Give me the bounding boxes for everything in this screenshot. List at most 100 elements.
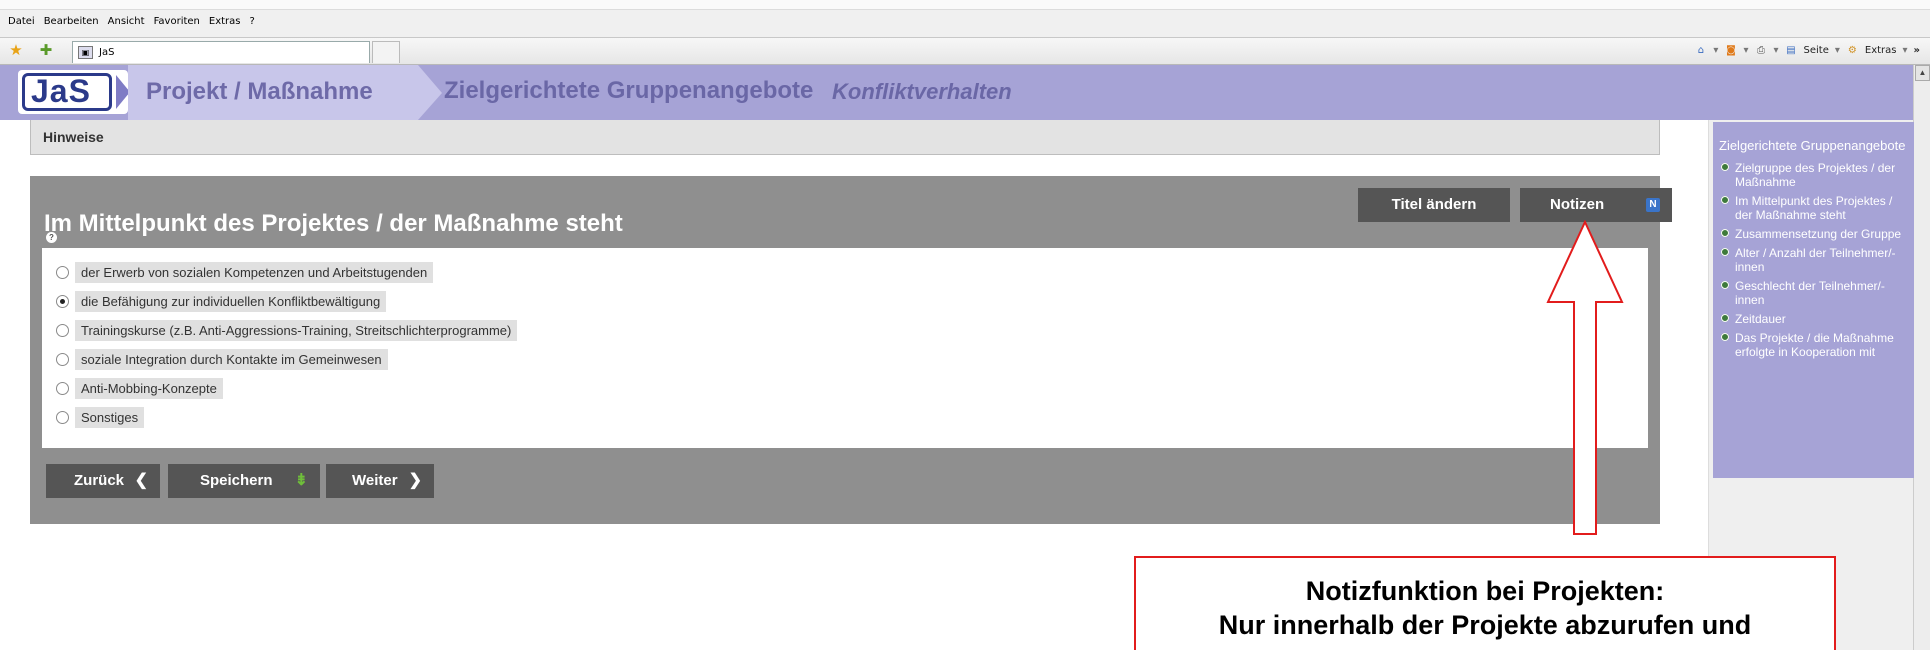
save-button[interactable]: Speichern ⇟ <box>168 464 320 498</box>
app-header: JaS Projekt / Maßnahme Zielgerichtete Gr… <box>0 65 1930 120</box>
print-icon[interactable]: ⎙ <box>1754 44 1767 57</box>
titel-aendern-button[interactable]: Titel ändern <box>1358 188 1510 222</box>
dropdown-arrow-icon[interactable]: ▾ <box>1743 45 1748 56</box>
extras-menu[interactable]: Extras <box>1865 45 1897 56</box>
sidebar-title: Zielgerichtete Gruppenangebote <box>1719 138 1906 153</box>
chevron-left-icon: ❮ <box>134 472 148 489</box>
annotation-callout: Notizfunktion bei Projekten: Nur innerha… <box>1134 556 1836 650</box>
sidebar-item-label: Zeitdauer <box>1735 312 1786 326</box>
option-row[interactable]: soziale Integration durch Kontakte im Ge… <box>56 348 388 370</box>
bullet-icon <box>1721 281 1729 289</box>
radio-button-selected[interactable] <box>56 294 69 308</box>
menu-bearbeiten[interactable]: Bearbeiten <box>44 16 99 27</box>
bullet-icon <box>1721 248 1729 256</box>
save-tree-icon: ⇟ <box>294 472 308 489</box>
option-label[interactable]: der Erwerb von sozialen Kompetenzen und … <box>75 261 434 283</box>
option-label[interactable]: soziale Integration durch Kontakte im Ge… <box>75 348 388 370</box>
option-label[interactable]: die Befähigung zur individuellen Konflik… <box>75 290 387 312</box>
sidebar-item-label: Geschlecht der Teilnehmer/-innen <box>1735 279 1885 307</box>
bullet-icon <box>1721 314 1729 322</box>
help-icon[interactable]: ? <box>46 232 57 243</box>
radio-button[interactable] <box>56 265 69 279</box>
option-label[interactable]: Sonstiges <box>75 406 145 428</box>
gear-icon: ⚙ <box>1847 45 1857 56</box>
notes-icon: N <box>1646 198 1660 212</box>
save-label: Speichern <box>200 472 273 489</box>
page-title: Zielgerichtete Gruppenangebote <box>444 77 814 104</box>
sidebar-item-label: Alter / Anzahl der Teilnehmer/-innen <box>1735 246 1896 274</box>
radio-button[interactable] <box>56 381 69 395</box>
option-label[interactable]: Trainingskurse (z.B. Anti-Aggressions-Tr… <box>75 319 518 341</box>
menu-favoriten[interactable]: Favoriten <box>154 16 200 27</box>
home-icon[interactable]: ⌂ <box>1694 44 1707 57</box>
next-label: Weiter <box>352 472 398 489</box>
sidebar-item-label: Zusammensetzung der Gruppe <box>1735 227 1902 241</box>
feeds-icon[interactable]: ◙ <box>1724 44 1737 57</box>
page-icon: ▤ <box>1786 45 1796 56</box>
browser-tab[interactable]: ▣ JaS <box>72 41 370 63</box>
back-button[interactable]: Zurück ❮ <box>46 464 160 498</box>
bullet-icon <box>1721 163 1729 171</box>
breadcrumb-projekt-label: Projekt / Maßnahme <box>146 78 373 105</box>
vertical-scrollbar[interactable]: ▲ <box>1913 65 1930 650</box>
dropdown-arrow-icon[interactable]: ▾ <box>1773 45 1778 56</box>
hinweise-label: Hinweise <box>43 129 104 145</box>
browser-menu-bar: Datei Bearbeiten Ansicht Favoriten Extra… <box>0 0 1930 38</box>
sidebar-item-zusammensetzung[interactable]: Zusammensetzung der Gruppe <box>1719 227 1908 241</box>
sidebar-list: Zielgruppe des Projektes / der Maßnahme … <box>1719 161 1908 359</box>
options-box: der Erwerb von sozialen Kompetenzen und … <box>42 248 1648 448</box>
menu-datei[interactable]: Datei <box>8 16 35 27</box>
hinweise-bar[interactable]: Hinweise <box>30 120 1660 155</box>
command-tools: ⌂ ▾ ◙ ▾ ⎙ ▾ ▤ Seite ▾ ⚙ Extras ▾ » <box>1694 44 1920 57</box>
bullet-icon <box>1721 333 1729 341</box>
option-row[interactable]: der Erwerb von sozialen Kompetenzen und … <box>56 261 434 283</box>
dropdown-arrow-icon[interactable]: ▾ <box>1903 45 1908 56</box>
browser-tab-title: JaS <box>99 47 115 58</box>
scroll-up-icon[interactable]: ▲ <box>1915 65 1930 81</box>
sidebar-item-kooperation[interactable]: Das Projekte / die Maßnahme erfolgte in … <box>1719 331 1908 359</box>
browser-command-bar: ★ ✚ ▣ JaS ⌂ ▾ ◙ ▾ ⎙ ▾ ▤ Seite ▾ ⚙ Extras… <box>0 38 1930 65</box>
option-row[interactable]: die Befähigung zur individuellen Konflik… <box>56 290 387 312</box>
page-menu[interactable]: Seite <box>1804 45 1829 56</box>
sidebar-item-label: Im Mittelpunkt des Projektes / der Maßna… <box>1735 194 1893 222</box>
radio-button[interactable] <box>56 410 69 424</box>
menu-list: Datei Bearbeiten Ansicht Favoriten Extra… <box>8 16 255 27</box>
chevron-right-icon: ❯ <box>408 472 422 489</box>
new-tab-button[interactable] <box>372 41 400 63</box>
question-title: Im Mittelpunkt des Projektes / der Maßna… <box>44 210 623 237</box>
option-row[interactable]: Trainingskurse (z.B. Anti-Aggressions-Tr… <box>56 319 518 341</box>
page-subtitle: Konfliktverhalten <box>832 79 1012 104</box>
favorites-star-icon[interactable]: ★ <box>8 43 24 59</box>
callout-line-1: Notizfunktion bei Projekten: <box>1305 576 1665 606</box>
sidebar-nav-panel: Zielgerichtete Gruppenangebote Zielgrupp… <box>1713 122 1914 478</box>
menu-help[interactable]: ? <box>250 16 255 27</box>
menu-extras[interactable]: Extras <box>209 16 241 27</box>
notizen-label: Notizen <box>1550 196 1605 213</box>
add-favorites-icon[interactable]: ✚ <box>38 43 54 59</box>
radio-button[interactable] <box>56 323 69 337</box>
annotation-arrow-icon <box>1546 220 1624 535</box>
site-favicon-icon: ▣ <box>78 46 93 59</box>
sidebar-item-alter[interactable]: Alter / Anzahl der Teilnehmer/-innen <box>1719 246 1908 274</box>
dropdown-arrow-icon[interactable]: ▾ <box>1835 45 1840 56</box>
sidebar-item-mittelpunkt[interactable]: Im Mittelpunkt des Projektes / der Maßna… <box>1719 194 1908 222</box>
jas-logo[interactable]: JaS <box>18 70 130 114</box>
option-row[interactable]: Sonstiges <box>56 406 145 428</box>
sidebar-item-zeitdauer[interactable]: Zeitdauer <box>1719 312 1908 326</box>
option-row[interactable]: Anti-Mobbing-Konzepte <box>56 377 223 399</box>
dropdown-arrow-icon[interactable]: ▾ <box>1713 45 1718 56</box>
bullet-icon <box>1721 196 1729 204</box>
menu-ansicht[interactable]: Ansicht <box>108 16 145 27</box>
toolbar-overflow-icon[interactable]: » <box>1914 45 1920 56</box>
notizen-button[interactable]: Notizen N <box>1520 188 1672 222</box>
callout-line-2: Nur innerhalb der Projekte abzurufen und <box>1218 610 1752 640</box>
sidebar-item-geschlecht[interactable]: Geschlecht der Teilnehmer/-innen <box>1719 279 1908 307</box>
logo-text: JaS <box>22 73 112 111</box>
back-label: Zurück <box>74 472 125 489</box>
option-label[interactable]: Anti-Mobbing-Konzepte <box>75 377 223 399</box>
breadcrumb-projekt[interactable]: Projekt / Maßnahme <box>128 65 442 120</box>
next-button[interactable]: Weiter ❯ <box>326 464 434 498</box>
sidebar-item-zielgruppe[interactable]: Zielgruppe des Projektes / der Maßnahme <box>1719 161 1908 189</box>
sidebar-item-label: Das Projekte / die Maßnahme erfolgte in … <box>1735 331 1894 359</box>
radio-button[interactable] <box>56 352 69 366</box>
